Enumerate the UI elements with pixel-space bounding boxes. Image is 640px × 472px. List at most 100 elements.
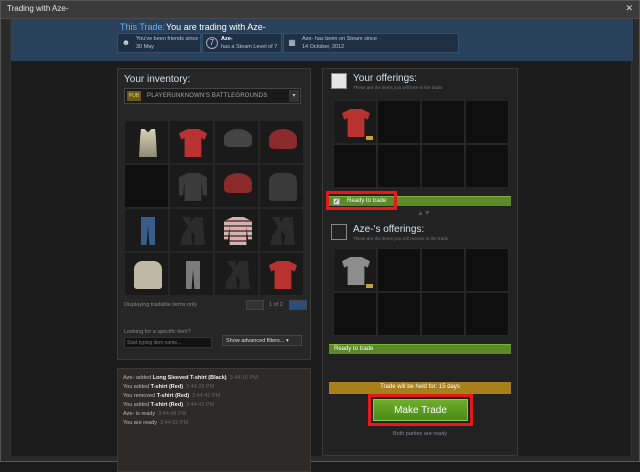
their-offerings-subtitle: These are the items you will receive in … xyxy=(353,236,450,241)
empty-item-slot[interactable] xyxy=(465,100,509,144)
your-ready-bar[interactable]: ✓ Ready to trade xyxy=(329,196,511,206)
item-slot[interactable] xyxy=(333,100,377,144)
jeans-item-icon xyxy=(141,217,155,245)
tshirt-red-item-icon xyxy=(179,129,207,157)
advanced-filters-button[interactable]: Show advanced filters... ▾ xyxy=(222,335,302,346)
item-slot[interactable] xyxy=(259,252,304,296)
empty-item-slot[interactable] xyxy=(377,292,421,336)
steam-since-info: ▦ Aze- has been on Steam since 14 Octobe… xyxy=(283,33,459,53)
checkmark-icon[interactable]: ✓ xyxy=(333,198,340,205)
item-slot[interactable] xyxy=(259,208,304,252)
tshirt-black-item-icon xyxy=(179,173,207,201)
cap-gray-item-icon xyxy=(224,129,252,147)
cap-red-item-icon xyxy=(224,173,252,193)
next-page-button[interactable] xyxy=(289,300,307,310)
item-slot[interactable] xyxy=(169,208,214,252)
trade-window: Trading with Aze- ✕ This Trade: You are … xyxy=(0,0,640,472)
chevron-down-icon: ▾ xyxy=(285,338,289,344)
glove-item-icon xyxy=(269,173,297,201)
page-indicator: 1 of 2 xyxy=(269,302,283,308)
game-badge-icon xyxy=(366,136,373,140)
empty-item-slot[interactable] xyxy=(333,292,377,336)
trade-content: This Trade: You are trading with Aze- ☻ … xyxy=(10,19,633,472)
inventory-panel: Your inventory: PUB PLAYERUNKNOWN'S BATT… xyxy=(117,68,311,360)
tank-item-icon xyxy=(139,129,157,157)
user-icon: ☻ xyxy=(121,38,131,47)
chevron-down-icon[interactable]: ▾ xyxy=(289,90,299,102)
log-entry-time: 3:44:55 PM xyxy=(160,420,189,426)
log-entry: Aze- added Long Sleeved T-shirt (Black) 3… xyxy=(123,375,258,381)
log-entry: You removed T-shirt (Red) 3:44:41 PM xyxy=(123,393,220,399)
item-slot[interactable] xyxy=(169,252,214,296)
item-slot[interactable] xyxy=(259,120,304,164)
prev-page-button[interactable] xyxy=(246,300,264,310)
pubg-icon: PUB xyxy=(127,91,141,101)
log-entry-text: You added xyxy=(123,402,151,408)
item-slot[interactable] xyxy=(214,208,259,252)
item-slot[interactable] xyxy=(169,164,214,208)
your-ready-label: Ready to trade xyxy=(347,198,387,204)
trade-hold-bar: Trade will be held for: 15 days xyxy=(329,382,511,394)
log-entry: Aze- is ready 3:44:48 PM xyxy=(123,411,186,417)
trade-header: This Trade: You are trading with Aze- ☻ … xyxy=(11,19,633,61)
item-slot[interactable] xyxy=(124,120,169,164)
log-entry-item: Long Sleeved T-shirt (Black) xyxy=(152,375,227,381)
empty-item-slot[interactable] xyxy=(465,248,509,292)
make-trade-button[interactable]: Make Trade xyxy=(373,399,468,421)
window-title: Trading with Aze- xyxy=(7,4,69,13)
item-search-input[interactable] xyxy=(124,337,212,348)
empty-item-slot[interactable] xyxy=(377,100,421,144)
steam-since-date: 14 October, 2012 xyxy=(302,44,345,50)
pants-item-icon xyxy=(186,261,200,289)
log-entry-text: Aze- added xyxy=(123,375,153,381)
trade-partner-text: You are trading with Aze- xyxy=(166,22,266,32)
game-name: PLAYERUNKNOWN'S BATTLEGROUNDS xyxy=(147,93,268,99)
empty-item-slot[interactable] xyxy=(124,164,169,208)
log-entry: You added T-shirt (Red) 3:44:43 PM xyxy=(123,402,214,408)
item-slot[interactable] xyxy=(124,208,169,252)
steam-level-text: has a Steam Level of 7 xyxy=(221,44,278,50)
partner-name: Aze- xyxy=(221,36,233,42)
item-slot[interactable] xyxy=(214,164,259,208)
log-entry-item: T-shirt (Red) xyxy=(150,402,184,408)
inventory-grid xyxy=(124,120,304,296)
their-offerings-title: Aze-'s offerings: xyxy=(353,224,425,235)
log-entry-text: You removed xyxy=(123,393,157,399)
empty-item-slot[interactable] xyxy=(465,292,509,336)
log-entry-text: Aze- is ready xyxy=(123,411,156,417)
title-bar[interactable]: Trading with Aze- ✕ xyxy=(1,1,639,19)
game-badge-icon xyxy=(366,284,373,288)
game-selector[interactable]: PUB PLAYERUNKNOWN'S BATTLEGROUNDS ▾ xyxy=(124,88,301,104)
partner-avatar xyxy=(331,224,347,240)
item-slot[interactable] xyxy=(214,252,259,296)
item-slot[interactable] xyxy=(214,120,259,164)
both-ready-text: Both parties are ready xyxy=(392,431,448,437)
empty-item-slot[interactable] xyxy=(333,144,377,188)
log-entry-time: 3:44:41 PM xyxy=(192,393,221,399)
boots-item-icon xyxy=(225,261,251,289)
empty-item-slot[interactable] xyxy=(421,100,465,144)
friends-since-info: ☻ You've been friends since 30 May xyxy=(117,33,201,53)
log-entry-time: 3:44:28 PM xyxy=(186,384,215,390)
cap-red-item-icon xyxy=(269,129,297,149)
their-ready-bar: Ready to trade xyxy=(329,344,511,354)
empty-item-slot[interactable] xyxy=(421,248,465,292)
trade-hold-text: Trade will be held for: 15 days xyxy=(380,384,460,390)
item-slot[interactable] xyxy=(169,120,214,164)
level-icon: 7 xyxy=(206,37,218,49)
empty-item-slot[interactable] xyxy=(421,144,465,188)
empty-item-slot[interactable] xyxy=(465,144,509,188)
your-offerings-title: Your offerings: xyxy=(353,73,417,84)
empty-item-slot[interactable] xyxy=(377,144,421,188)
log-entry: You are ready 3:44:55 PM xyxy=(123,420,188,426)
boots-item-icon xyxy=(180,217,206,245)
empty-item-slot[interactable] xyxy=(377,248,421,292)
boots-item-icon xyxy=(270,217,296,245)
item-slot[interactable] xyxy=(124,252,169,296)
close-icon[interactable]: ✕ xyxy=(625,3,633,14)
item-slot[interactable] xyxy=(333,248,377,292)
empty-item-slot[interactable] xyxy=(421,292,465,336)
item-slot[interactable] xyxy=(259,164,304,208)
steam-since-label: Aze- has been on Steam since xyxy=(302,36,377,42)
my-avatar xyxy=(331,73,347,89)
